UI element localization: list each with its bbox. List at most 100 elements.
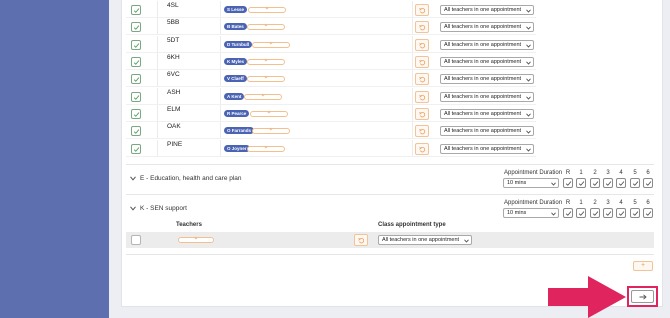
undo-button[interactable] <box>415 108 429 120</box>
section-title-ehcp[interactable]: E - Education, health and care plan <box>140 175 242 182</box>
undo-icon <box>418 111 425 117</box>
undo-button[interactable] <box>415 56 429 68</box>
next-button[interactable] <box>631 290 654 303</box>
teacher-pill[interactable]: K Myles <box>224 58 248 65</box>
row-checkbox[interactable] <box>131 74 141 84</box>
appointment-type-select[interactable]: All teachers in one appointment <box>440 126 534 136</box>
appointment-type-select[interactable]: All teachers in one appointment <box>440 144 534 154</box>
duration-select[interactable]: 10 mins <box>503 178 559 188</box>
appointment-type-select[interactable]: All teachers in one appointment <box>440 92 534 102</box>
undo-button[interactable] <box>415 4 429 16</box>
undo-button[interactable] <box>415 143 429 155</box>
check-icon <box>133 76 139 82</box>
year-checkbox[interactable] <box>590 178 600 188</box>
teacher-pill[interactable]: A Kent <box>224 93 245 100</box>
undo-button[interactable] <box>415 73 429 85</box>
appointment-type-select[interactable]: All teachers in one appointment <box>378 235 472 245</box>
teacher-pill[interactable]: B Bates <box>224 23 247 30</box>
add-teacher-bar[interactable] <box>250 111 288 117</box>
add-teacher-bar[interactable] <box>252 128 290 134</box>
year-checkbox[interactable] <box>630 178 640 188</box>
class-name: ASH <box>167 89 181 96</box>
row-checkbox[interactable] <box>131 5 141 15</box>
add-teacher-bar[interactable] <box>247 59 285 65</box>
year-checkbox[interactable] <box>643 208 653 218</box>
appointment-type-value: All teachers in one appointment <box>444 94 522 100</box>
year-column-label: R <box>565 170 571 176</box>
appointment-type-select[interactable]: All teachers in one appointment <box>440 40 534 50</box>
add-teacher-bar[interactable] <box>178 237 214 243</box>
teacher-pill[interactable]: R Pearce <box>224 110 250 117</box>
appointment-type-select[interactable]: All teachers in one appointment <box>440 22 534 32</box>
undo-button[interactable] <box>354 234 368 246</box>
row-checkbox[interactable] <box>131 92 141 102</box>
undo-icon <box>418 24 425 30</box>
add-teacher-bar[interactable] <box>244 94 282 100</box>
row-separator <box>412 36 413 53</box>
year-checkbox[interactable] <box>563 178 573 188</box>
chevron-down-icon <box>526 61 531 65</box>
chevron-down-icon[interactable] <box>130 176 136 181</box>
check-icon <box>133 7 139 13</box>
year-checkbox[interactable] <box>603 208 613 218</box>
teacher-pill[interactable]: V Claeff <box>224 75 247 82</box>
appointment-type-select[interactable]: All teachers in one appointment <box>440 74 534 84</box>
row-checkbox[interactable] <box>131 126 141 136</box>
year-checkbox[interactable] <box>563 208 573 218</box>
teacher-pill[interactable]: O Joyner <box>224 145 250 152</box>
check-icon <box>592 180 598 186</box>
undo-button[interactable] <box>415 125 429 137</box>
row-separator <box>220 36 221 53</box>
row-checkbox[interactable] <box>131 40 141 50</box>
undo-button[interactable] <box>415 91 429 103</box>
row-checkbox[interactable] <box>131 144 141 154</box>
add-teacher-bar[interactable] <box>247 146 285 152</box>
row-separator <box>220 18 221 35</box>
add-teacher-bar[interactable] <box>248 7 286 13</box>
row-checkbox[interactable] <box>131 22 141 32</box>
check-icon <box>578 210 584 216</box>
class-name: 4SL <box>167 2 179 9</box>
check-icon <box>578 180 584 186</box>
add-button[interactable]: + <box>633 261 653 271</box>
add-teacher-bar[interactable] <box>252 42 290 48</box>
year-checkbox[interactable] <box>616 208 626 218</box>
year-checkbox[interactable] <box>576 208 586 218</box>
row-checkbox[interactable] <box>131 57 141 67</box>
section-title-sen[interactable]: K - SEN support <box>140 205 187 212</box>
check-icon <box>565 210 571 216</box>
row-separator <box>157 1 158 18</box>
undo-button[interactable] <box>415 21 429 33</box>
teachers-column-header: Teachers <box>176 222 202 228</box>
appointment-type-select[interactable]: All teachers in one appointment <box>440 5 534 15</box>
row-checkbox[interactable] <box>131 235 141 245</box>
add-teacher-bar[interactable] <box>247 24 285 30</box>
teacher-pill[interactable]: O Farrands <box>224 127 255 134</box>
check-icon <box>133 59 139 65</box>
duration-select[interactable]: 10 mins <box>503 208 559 218</box>
row-divider <box>126 52 536 53</box>
year-checkbox[interactable] <box>603 178 613 188</box>
check-icon <box>133 24 139 30</box>
year-checkbox[interactable] <box>590 208 600 218</box>
add-teacher-bar[interactable] <box>247 76 285 82</box>
appointment-type-value: All teachers in one appointment <box>444 146 522 152</box>
year-checkbox[interactable] <box>643 178 653 188</box>
row-checkbox[interactable] <box>131 109 141 119</box>
row-separator <box>157 105 158 122</box>
chevron-down-icon <box>526 26 531 30</box>
appointment-type-select[interactable]: All teachers in one appointment <box>440 57 534 67</box>
year-checkbox[interactable] <box>616 178 626 188</box>
year-checkbox[interactable] <box>630 208 640 218</box>
teacher-pill[interactable]: S Lesse <box>224 6 248 13</box>
year-column-label: 1 <box>579 170 583 176</box>
teacher-pill[interactable]: D Turnbull <box>224 41 253 48</box>
main-area <box>109 0 670 318</box>
undo-button[interactable] <box>415 39 429 51</box>
appointment-type-select[interactable]: All teachers in one appointment <box>440 109 534 119</box>
chevron-down-icon <box>526 148 531 152</box>
check-icon <box>605 210 611 216</box>
year-checkbox[interactable] <box>576 178 586 188</box>
appointment-duration-label: Appointment Duration <box>504 200 563 206</box>
chevron-down-icon[interactable] <box>130 206 136 211</box>
